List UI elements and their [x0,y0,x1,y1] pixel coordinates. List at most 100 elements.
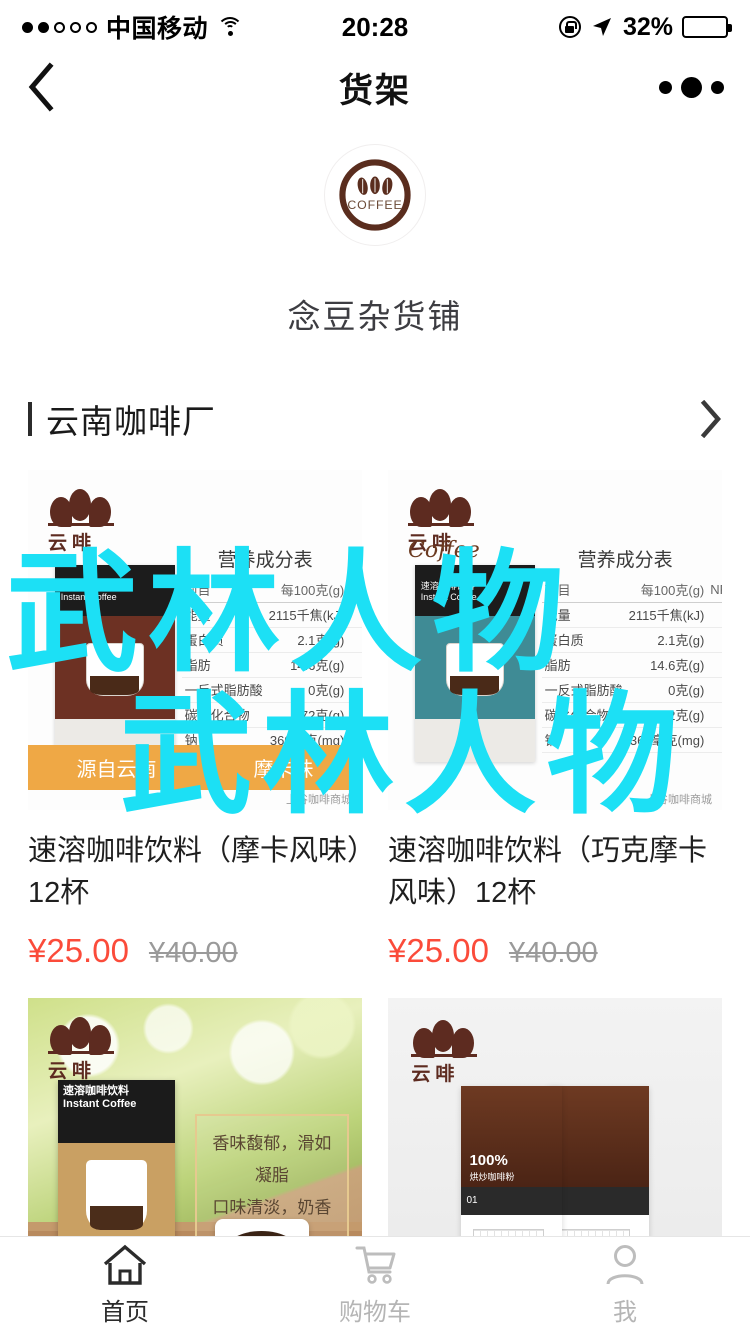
package-title-en: Instant Coffee [60,592,117,603]
table-row: 能量2115千焦(kJ)25% [181,602,362,628]
table-cell: NRV% [347,577,362,603]
tab-cart[interactable]: 购物车 [250,1244,500,1327]
product-image[interactable]: 云啡 Coffee 速溶咖啡饮料 Instant Coffee 营养成分表 项目… [388,470,722,810]
nutrition-rows: 能量2115千焦(kJ)25%蛋白质2.1克(g)4%脂肪14.6克(g)29%… [181,602,362,753]
product-package-mocha: 速溶咖啡饮料 Instant Coffee [54,565,175,763]
table-cell: 2.1克(g) [265,627,348,653]
yunfei-brand-logo: 云啡 [48,1015,135,1083]
table-cell: 72克(g) [265,702,348,728]
table-cell: 0克(g) [625,677,708,703]
table-row: 一反式脂肪酸 0克(g) [181,677,362,703]
yunfei-brand-logo: 云啡 [411,1018,498,1086]
section-header-yunnan-coffee-factory[interactable]: 云南咖啡厂 [0,388,750,450]
table-cell: NRV% [707,577,722,603]
package-title-cn: 速溶咖啡饮料 [60,581,115,592]
nutrition-facts: 项目每100克(g)NRV% 能量2115千焦(kJ)25%蛋白质2.1克(g)… [541,577,722,753]
carrier-label: 中国移动 [106,15,209,43]
table-row: 能量2115千焦(kJ)25% [541,602,722,628]
table-cell: 脂肪 [181,652,266,678]
index-label: 01 [466,1195,478,1207]
product-original-price: ¥40.00 [148,937,238,969]
table-row: 脂肪14.6克(g)29% [181,652,362,678]
product-price-row: ¥25.00 ¥40.00 [388,932,722,970]
table-cell: 每100克(g) [265,577,348,603]
brand-name: 云啡 [411,1064,460,1086]
product-image[interactable]: 云啡 速溶咖啡饮料 Instant Coffee 营养成分表 项目 每100克(g… [28,470,362,810]
brand-name: 云啡 [48,533,97,554]
percent-label: 100% [469,1151,508,1169]
table-row: 碳水化合物72克(g)24% [181,702,362,728]
package-title-en: Instant Coffee [420,592,477,603]
table-cell: 一反式脂肪酸 [541,677,626,703]
image-credit: 上谷咖啡商城 [285,793,352,806]
product-price-row: ¥25.00 ¥40.00 [28,932,362,970]
table-cell: 24% [707,652,722,678]
table-cell: 4% [347,627,362,653]
shop-name: 念豆杂货铺 [287,298,463,335]
slogan-line-1: 香味馥郁，滑如凝脂 [212,1133,332,1185]
product-card[interactable]: 云啡 Coffee 速溶咖啡饮料 Instant Coffee 营养成分表 项目… [388,470,722,970]
signal-strength-icon [22,21,97,33]
table-cell: 2115千焦(kJ) [625,602,708,628]
page-title: 货架 [339,71,411,110]
user-icon [606,1245,644,1285]
product-package-choco-mocha: 速溶咖啡饮料 Instant Coffee [414,565,535,763]
tab-label: 首页 [101,1299,149,1326]
cart-icon [355,1246,396,1284]
chevron-left-icon [28,62,54,112]
app-screen: 中国移动 20:28 32% 货架 COFFEE 念豆杂货铺 云南咖啡厂 云啡 … [0,0,750,1334]
table-row: 碳水化合物72克(g)24% [541,702,722,728]
status-bar-clock: 20:28 [341,11,409,42]
status-bar: 中国移动 20:28 32% [0,0,750,54]
more-options-button[interactable] [659,76,724,98]
product-title: 速溶咖啡饮料（摩卡风味）12杯 [28,835,362,910]
table-cell: 14.6克(g) [625,652,708,678]
chevron-right-icon [700,400,721,438]
table-row: 脂肪14.6克(g)24% [541,652,722,678]
nutrition-table: 营养成分表 项目每100克(g)NRV% 能量2115千焦(kJ)25%蛋白质2… [181,545,362,753]
tab-label: 购物车 [339,1299,411,1326]
rotation-lock-icon [558,16,581,38]
nutrition-facts: 项目每100克(g)NRV% 能量2115千焦(kJ)25%蛋白质2.1克(g)… [181,577,362,753]
section-more-button[interactable] [700,400,722,438]
table-cell: 蛋白质 [541,627,626,653]
table-cell: 每100克(g) [625,577,708,603]
table-cell: 4% [707,627,722,653]
back-button[interactable] [26,57,86,117]
tab-label: 我 [613,1299,637,1326]
table-cell: 360毫克(mg) [625,727,708,753]
battery-icon [682,16,732,38]
tab-profile[interactable]: 我 [500,1244,750,1327]
table-row: 钠360毫克(mg)18% [541,727,722,753]
package-title-en: Instant Coffee [63,1098,137,1111]
product-original-price: ¥40.00 [508,937,598,969]
table-header-row: 项目每100克(g)NRV% [181,577,362,603]
coffee-beans-circle-logo: COFFEE [339,159,411,231]
table-cell: 14.6克(g) [265,652,348,678]
table-cell: 25% [707,602,722,628]
table-cell: 0克(g) [265,677,348,703]
wifi-icon [217,17,244,37]
table-cell: 蛋白质 [181,627,266,653]
tab-home[interactable]: 首页 [0,1244,250,1327]
image-credit: 上谷咖啡商城 [645,793,712,806]
svg-text:COFFEE: COFFEE [347,198,402,212]
shop-logo-avatar[interactable]: COFFEE [324,144,426,246]
product-grid: 云啡 速溶咖啡饮料 Instant Coffee 营养成分表 项目 每100克(g… [0,450,750,1334]
coffee-script-text: Coffee [408,538,480,563]
table-cell: 能量 [181,602,266,628]
nutrition-title: 营养成分表 [217,549,313,571]
table-cell: 18% [707,727,722,753]
home-icon [103,1244,147,1285]
table-cell: 25% [347,602,362,628]
table-cell: 能量 [541,602,626,628]
table-cell: 2115千焦(kJ) [265,602,348,628]
status-bar-right: 32% [408,13,732,42]
package-title-cn: 速溶咖啡饮料 [63,1084,130,1097]
table-cell: 脂肪 [541,652,626,678]
product-card[interactable]: 云啡 速溶咖啡饮料 Instant Coffee 营养成分表 项目 每100克(g… [28,470,362,970]
product-title: 速溶咖啡饮料（巧克摩卡风味）12杯 [388,835,708,910]
package-title-cn: 速溶咖啡饮料 [420,581,475,592]
section-accent-bar [28,402,32,436]
product-type-label: 烘炒咖啡粉 [469,1172,515,1183]
